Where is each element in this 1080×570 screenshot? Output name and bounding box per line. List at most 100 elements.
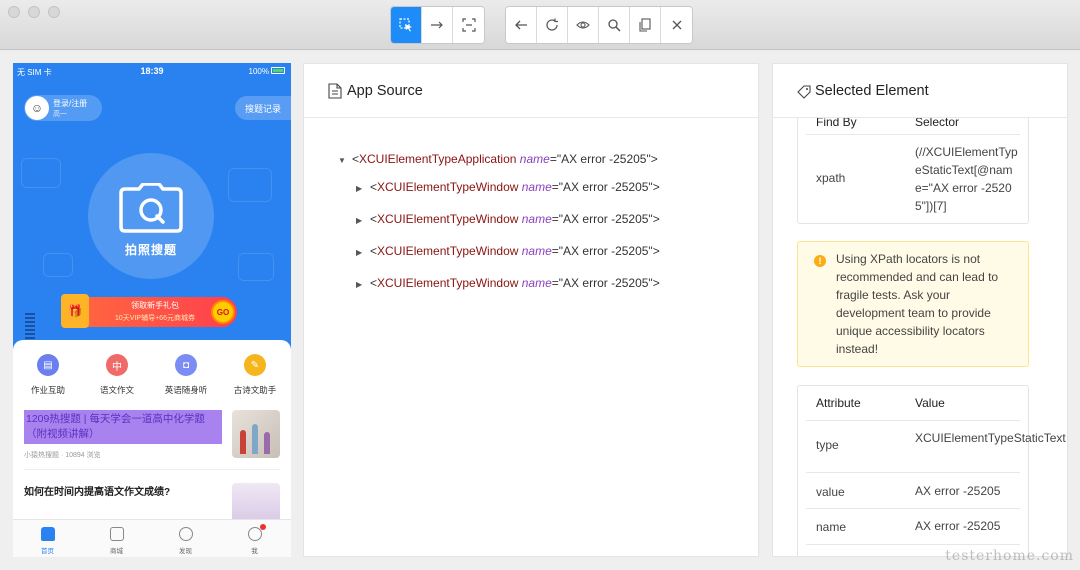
table-row: value AX error -25205 (806, 472, 1020, 508)
shopping-bag-icon (109, 527, 124, 541)
tree-node-window[interactable]: ▶ <XCUIElementTypeWindow name="AX error -… (356, 180, 660, 194)
toggle-attributes-button[interactable] (568, 7, 599, 43)
quit-session-button[interactable] (661, 7, 692, 43)
login-label: 登录/注册 (53, 99, 88, 108)
tab-label: 首页 (41, 548, 54, 555)
list-item[interactable]: 如何在时间内提高语文作文成绩? (24, 480, 280, 523)
tab-label: 我 (251, 548, 258, 555)
caret-right-icon[interactable]: ▶ (356, 184, 370, 193)
battery-percent: 100% (248, 67, 269, 76)
search-elements-button[interactable] (599, 7, 630, 43)
promo-subtitle: 10天VIP辅导+66元商城券 (115, 315, 195, 322)
file-icon (328, 83, 342, 99)
device-screenshot[interactable]: 无 SIM 卡 18:39 100% ☺ 登录/注册 高一 搜题记录 拍照搜题 … (13, 63, 291, 557)
ios-status-bar: 无 SIM 卡 18:39 100% (13, 63, 291, 79)
minimize-window-button[interactable] (28, 6, 40, 18)
back-button[interactable] (506, 7, 537, 43)
tap-by-coordinates-button[interactable] (453, 7, 484, 43)
xpath-warning-alert: ! Using XPath locators is not recommende… (797, 241, 1029, 367)
article-thumbnail (232, 483, 280, 523)
warning-icon: ! (814, 255, 826, 267)
feature-poetry-helper[interactable]: ✎ 古诗文助手 (220, 350, 290, 396)
tab-mall[interactable]: 商城 (82, 524, 151, 555)
tree-node-window[interactable]: ▶ <XCUIElementTypeWindow name="AX error -… (356, 244, 660, 258)
zoom-window-button[interactable] (48, 6, 60, 18)
app-source-title: App Source (347, 83, 423, 99)
tree-node-window[interactable]: ▶ <XCUIElementTypeWindow name="AX error -… (356, 276, 660, 290)
feature-label: 古诗文助手 (233, 385, 277, 395)
promo-go-button[interactable]: GO (211, 300, 235, 324)
tree-node-application[interactable]: ▼ <XCUIElementTypeApplication name="AX er… (338, 152, 658, 166)
battery-icon (271, 67, 285, 74)
app-header-area: 无 SIM 卡 18:39 100% ☺ 登录/注册 高一 搜题记录 拍照搜题 … (13, 63, 291, 353)
eye-icon (576, 21, 590, 29)
attribute-header: Attribute (816, 396, 861, 410)
home-icon (40, 527, 55, 541)
newbie-gift-banner[interactable]: 🎁 领取新手礼包 10天VIP辅导+66元商城券 GO (61, 294, 237, 328)
article-meta: 小猿热搜题 · 10894 浏览 (24, 452, 101, 459)
tab-me[interactable]: 我 (220, 524, 289, 555)
photo-search-button[interactable]: 拍照搜题 (88, 153, 214, 279)
photo-search-label: 拍照搜题 (124, 243, 177, 257)
caret-right-icon[interactable]: ▶ (356, 248, 370, 257)
tab-label: 商城 (110, 548, 123, 555)
background-doodle (228, 168, 272, 202)
article-thumbnail (232, 410, 280, 458)
attribute-value: XCUIElementTypeStaticText (915, 431, 1066, 445)
table-row: name AX error -25205 (806, 508, 1020, 544)
notification-dot (260, 524, 266, 530)
selected-element-title: Selected Element (815, 83, 929, 99)
poetry-icon: ✎ (244, 354, 266, 376)
english-icon: ◘ (175, 354, 197, 376)
interaction-mode-toolbar (390, 6, 485, 44)
caret-right-icon[interactable]: ▶ (356, 216, 370, 225)
swipe-by-coordinates-button[interactable] (422, 7, 453, 43)
close-window-button[interactable] (8, 6, 20, 18)
session-toolbar (505, 6, 693, 44)
refresh-icon (546, 18, 558, 31)
feature-homework[interactable]: ▤ 作业互助 (13, 350, 83, 396)
warning-message: Using XPath locators is not recommended … (836, 252, 999, 356)
table-row: type XCUIElementTypeStaticText (806, 420, 1066, 472)
xpath-selector-value[interactable]: (//XCUIElementTypeStaticText[@name="AX e… (915, 143, 1019, 215)
feature-english-listening[interactable]: ◘ 英语随身听 (151, 350, 221, 396)
selected-element-panel: Find By Selector xpath (//XCUIElementTyp… (772, 63, 1068, 557)
refresh-source-button[interactable] (537, 7, 568, 43)
watermark: testerhome.com (945, 548, 1074, 564)
search-icon (608, 19, 621, 32)
attribute-value: AX error -25205 (915, 484, 1001, 498)
avatar: ☺ (25, 96, 49, 120)
compass-icon (178, 527, 193, 541)
caret-down-icon[interactable]: ▼ (338, 156, 352, 165)
search-history-button[interactable]: 搜题记录 (235, 96, 291, 120)
find-by-table: Find By Selector xpath (//XCUIElementTyp… (797, 108, 1029, 224)
divider (806, 134, 1020, 135)
tab-discover[interactable]: 发现 (151, 524, 220, 555)
homework-icon: ▤ (37, 354, 59, 376)
copy-xml-button[interactable] (630, 7, 661, 43)
chinese-icon: 中 (106, 354, 128, 376)
app-source-header: App Source (304, 64, 758, 118)
list-item[interactable]: 1209热搜题 | 每天学会一道高中化学题（附视频讲解） 小猿热搜题 · 108… (24, 410, 280, 470)
attribute-value: AX error -25205 (915, 519, 1001, 533)
select-cursor-icon (399, 18, 412, 32)
select-elements-button[interactable] (391, 7, 422, 43)
grade-label: 高一 (53, 111, 67, 118)
decor-ladder (25, 313, 35, 341)
feature-chinese-essay[interactable]: 中 语文作文 (82, 350, 152, 396)
background-doodle (21, 158, 61, 188)
copy-icon (639, 18, 651, 32)
attribute-name: value (816, 485, 845, 499)
attribute-name: name (816, 520, 847, 534)
locator-strategy: xpath (816, 171, 846, 185)
login-button[interactable]: ☺ 登录/注册 高一 (24, 95, 102, 121)
tab-label: 发现 (179, 548, 192, 555)
selected-element-header: Selected Element (773, 64, 1067, 118)
caret-right-icon[interactable]: ▶ (356, 280, 370, 289)
camera-icon (119, 183, 183, 233)
tree-node-window[interactable]: ▶ <XCUIElementTypeWindow name="AX error -… (356, 212, 660, 226)
tab-home[interactable]: 首页 (13, 524, 82, 555)
background-doodle (238, 253, 274, 281)
attribute-name: type (816, 438, 839, 452)
gift-box-icon: 🎁 (61, 294, 89, 328)
